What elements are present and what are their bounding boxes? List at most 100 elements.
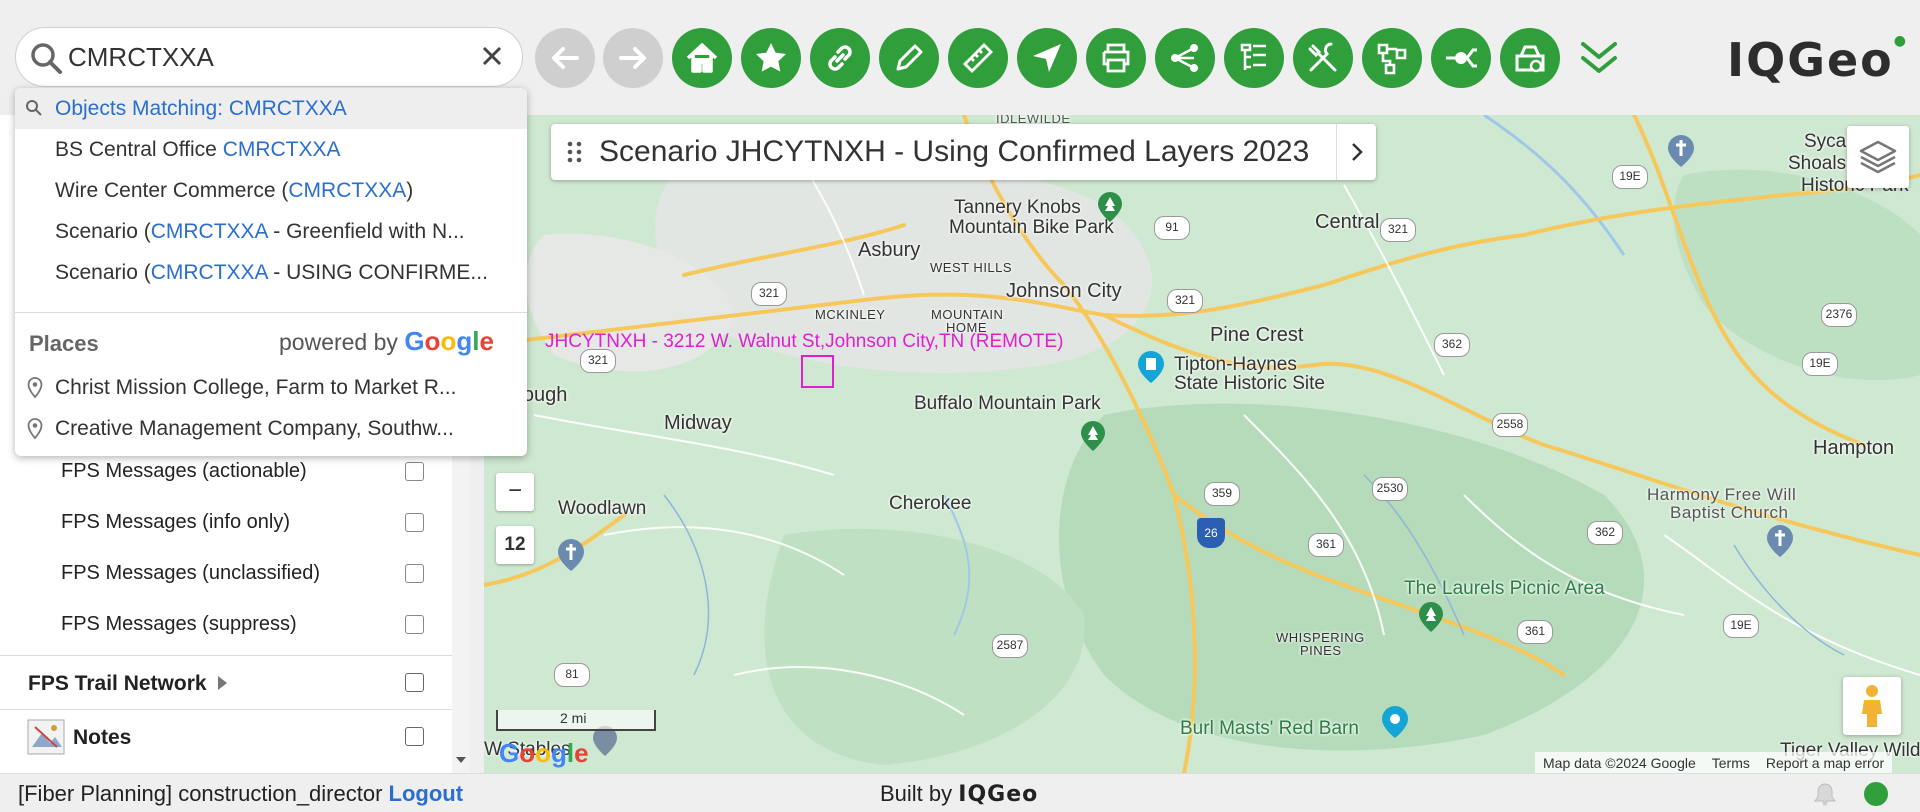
layer-item[interactable]: FPS Messages (info only) [0,497,452,548]
search-result[interactable]: BS Central Office CMRCTXXA [15,129,527,170]
network-trace-button[interactable] [1362,28,1422,88]
share-button[interactable] [1155,28,1215,88]
map-label: Tannery Knobs [954,197,1081,218]
search-icon [26,100,42,116]
feature-marker[interactable] [801,355,834,388]
iqgeo-logo: IQGeo● [1727,33,1908,87]
map-label: Cherokee [889,493,972,514]
layers-icon [1859,140,1897,174]
route-shield: 361 [1308,533,1344,557]
tree-button[interactable] [1224,28,1284,88]
terms-link[interactable]: Terms [1704,755,1758,771]
ruler-icon [963,43,993,73]
home-button[interactable] [672,28,732,88]
network-icon [1377,43,1407,75]
result-suffix: ) [406,179,414,202]
map-label: Hampton [1813,437,1895,459]
close-icon[interactable] [478,42,506,70]
printer-icon [1102,43,1130,73]
map-label: State Historic Site [1174,373,1325,394]
place-result[interactable]: Creative Management Company, Southw... [15,408,527,449]
notification-bell-icon[interactable] [1812,781,1838,807]
route-shield: 19E [1612,165,1648,189]
scenario-banner[interactable]: Scenario JHCYTNXH - Using Confirmed Laye… [551,124,1376,180]
place-result[interactable]: Christ Mission College, Farm to Market R… [15,367,527,408]
caret-right-icon[interactable] [216,675,228,691]
scroll-down-icon[interactable] [455,755,467,765]
link-button[interactable] [810,28,870,88]
bookmarks-button[interactable] [741,28,801,88]
user-info: [Fiber Planning] construction_director L… [18,781,463,807]
map-layers-button[interactable] [1847,126,1909,188]
layer-item[interactable]: FPS Messages (unclassified) [0,548,452,599]
feature-label: JHCYTNXH - 3212 W. Walnut St,Johnson Cit… [545,331,1064,352]
layer-group-notes[interactable]: Notes [0,709,452,763]
park-marker-icon [1081,421,1105,451]
search-input[interactable] [68,38,468,76]
design-button[interactable] [1500,28,1560,88]
layer-checkbox[interactable] [405,564,424,583]
layer-checkbox[interactable] [405,513,424,532]
place-label: Creative Management Company, Southw... [55,417,454,440]
map-label: Harmony Free Will [1647,485,1797,504]
layer-item[interactable]: FPS Messages (suppress) [0,599,452,650]
result-match: CMRCTXXA [222,138,341,161]
search-result[interactable]: Scenario (CMRCTXXA - USING CONFIRME... [15,252,527,293]
tools-icon [1308,42,1337,72]
scale-label: 2 mi [560,710,587,726]
navigation-arrow-icon [1033,44,1061,72]
arrow-right-icon [619,47,646,69]
search-results-dropdown: Objects Matching: CMRCTXXA BS Central Of… [15,88,527,456]
zoom-out-button[interactable]: − [496,473,534,511]
route-shield: 2530 [1372,477,1408,501]
chevron-down-icon[interactable] [1575,36,1623,80]
connect-button[interactable] [1431,28,1491,88]
map-base-icon [484,115,1920,773]
tools-button[interactable] [1293,28,1353,88]
layer-checkbox[interactable] [405,462,424,481]
layer-checkbox[interactable] [405,727,424,746]
forward-button[interactable] [603,28,663,88]
map-view[interactable]: IDLEWILDE Sycamore Shoals State Historic… [484,115,1920,773]
street-view-button[interactable] [1843,677,1901,735]
route-shield: 2558 [1492,413,1528,437]
connection-status-indicator [1864,782,1888,806]
edit-button[interactable] [879,28,939,88]
arrow-left-icon [552,47,579,69]
built-by-logo: IQGeo [958,782,1039,807]
search-result-objects-matching[interactable]: Objects Matching: CMRCTXXA [15,88,527,129]
route-shield: 2587 [992,634,1028,658]
home-icon [686,43,718,73]
map-label: PINES [1300,643,1342,658]
notes-layer-icon [27,719,65,755]
route-shield: 2376 [1821,303,1857,327]
navigate-button[interactable] [1017,28,1077,88]
report-error-link[interactable]: Report a map error [1758,755,1892,771]
result-prefix: Scenario ( [55,220,151,243]
scenario-expand-button[interactable] [1336,124,1376,180]
layer-group-fps-trail-network[interactable]: FPS Trail Network [0,655,452,709]
route-shield: 81 [554,663,590,687]
design-icon [1515,45,1545,73]
measure-button[interactable] [948,28,1008,88]
logout-link[interactable]: Logout [389,781,464,806]
search-box[interactable] [15,27,523,87]
map-label: Asbury [858,239,921,261]
print-button[interactable] [1086,28,1146,88]
map-label: Johnson City [1006,280,1122,302]
drag-handle-icon[interactable] [565,139,585,165]
layer-checkbox[interactable] [405,615,424,634]
map-attribution: Map data ©2024 Google Terms Report a map… [1535,752,1893,773]
map-label: Woodlawn [558,498,647,519]
result-match: CMRCTXXA [288,179,407,202]
route-shield: 321 [1380,218,1416,242]
route-shield: 321 [1167,289,1203,313]
search-result[interactable]: Wire Center Commerce (CMRCTXXA) [15,170,527,211]
route-shield: 362 [1434,333,1470,357]
layer-checkbox[interactable] [405,673,424,692]
pegman-icon [1862,685,1882,727]
tree-list-icon [1240,43,1266,70]
result-match: CMRCTXXA [150,261,268,284]
back-button[interactable] [535,28,595,88]
search-result[interactable]: Scenario (CMRCTXXA - Greenfield with N..… [15,211,527,252]
